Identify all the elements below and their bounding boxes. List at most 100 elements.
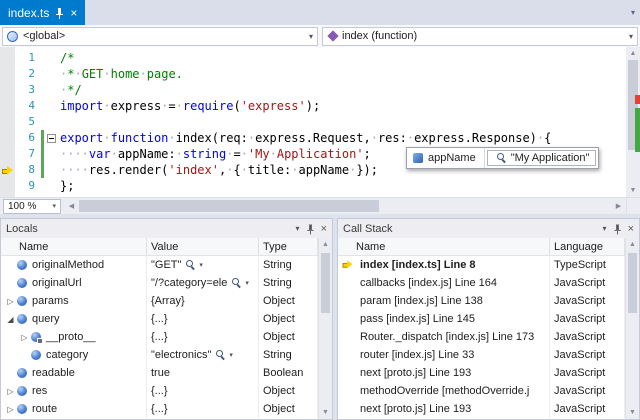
breakpoint-margin[interactable] [0,130,15,146]
pin-panel-icon[interactable] [613,223,621,234]
scroll-right-icon[interactable]: ▶ [611,202,626,210]
tree-expander-icon[interactable]: ▷ [5,405,16,414]
locals-row[interactable]: ◢query{...}Object [1,310,318,328]
breakpoint-margin[interactable] [0,50,15,66]
breakpoint-margin[interactable] [0,82,15,98]
scroll-down-icon[interactable]: ▼ [626,184,640,197]
hscrollbar-track[interactable] [79,198,611,214]
scrollbar-marker-red [635,95,640,104]
fold-collapse-icon[interactable] [47,134,56,143]
locals-row[interactable]: ▷res{...}Object [1,382,318,400]
code-line[interactable]: 2·*·GET·home·page. [0,66,640,82]
column-header-value[interactable]: Value [147,238,259,255]
window-position-icon[interactable]: ▾ [603,224,607,233]
locals-row[interactable]: originalUrl"/?category=ele▾String [1,274,318,292]
fold-margin[interactable] [45,130,58,146]
tree-expander-icon[interactable]: ▷ [5,297,16,306]
chevron-down-icon: ▾ [309,32,313,41]
stack-frame-row[interactable]: next [proto.js] Line 193JavaScript [338,400,625,418]
code-line[interactable]: 5 [0,114,640,130]
stack-frame-row[interactable]: index [index.ts] Line 8TypeScript [338,256,625,274]
call-stack-column-headers: Name Language [338,238,625,256]
chevron-down-icon[interactable]: ▾ [229,351,233,359]
scroll-down-icon[interactable]: ▼ [626,406,639,419]
scroll-down-icon[interactable]: ▼ [319,406,332,419]
code-line[interactable]: 9}; [0,178,640,194]
scroll-up-icon[interactable]: ▲ [626,47,640,60]
magnifier-icon[interactable] [232,278,242,288]
column-header-name[interactable]: Name [1,238,147,255]
tab-index-ts[interactable]: index.ts × [0,0,85,25]
fold-margin[interactable] [45,146,58,162]
variable-type: Object [263,385,295,397]
tree-expander-icon[interactable]: ▷ [19,333,30,342]
breakpoint-margin[interactable] [0,114,15,130]
chevron-down-icon[interactable]: ▾ [199,261,203,269]
column-header-name[interactable]: Name [338,238,550,255]
code-line[interactable]: 4import·express·=·require('express'); [0,98,640,114]
stack-frame-row[interactable]: param [index.js] Line 138JavaScript [338,292,625,310]
magnifier-icon[interactable] [497,153,507,163]
call-stack-title-bar[interactable]: Call Stack ▾ × [338,219,639,238]
scope-dropdown[interactable]: <global> ▾ [2,27,318,46]
zoom-control[interactable]: 100 % ▾ [3,199,61,214]
fold-margin[interactable] [45,178,58,194]
locals-vertical-scrollbar[interactable]: ▲ ▼ [318,238,332,419]
stack-frame-row[interactable]: next [proto.js] Line 193JavaScript [338,364,625,382]
fold-margin[interactable] [45,162,58,178]
datatip-value-box[interactable]: "My Application" [487,150,597,166]
breakpoint-margin[interactable] [0,178,15,194]
datatip[interactable]: appName "My Application" [406,147,599,169]
tree-expander-icon[interactable]: ▷ [5,387,16,396]
locals-row[interactable]: ▷params{Array}Object [1,292,318,310]
fold-margin[interactable] [45,66,58,82]
locals-row[interactable]: readabletrueBoolean [1,364,318,382]
locals-title-bar[interactable]: Locals ▾ × [1,219,332,238]
stack-frame-row[interactable]: router [index.js] Line 33JavaScript [338,346,625,364]
pin-tab-icon[interactable] [55,7,64,19]
breakpoint-margin[interactable] [0,146,15,162]
breakpoint-margin[interactable] [0,66,15,82]
window-position-icon[interactable]: ▾ [296,224,300,233]
member-dropdown[interactable]: index (function) ▾ [322,27,638,46]
call-stack-vertical-scrollbar[interactable]: ▲ ▼ [625,238,639,419]
locals-row[interactable]: ▷__proto__{...}Object [1,328,318,346]
column-header-type[interactable]: Type [259,238,318,255]
close-panel-icon[interactable]: × [321,223,327,235]
locals-row[interactable]: category"electronics"▾String [1,346,318,364]
fold-margin[interactable] [45,50,58,66]
scroll-up-icon[interactable]: ▲ [319,238,332,251]
stack-frame-row[interactable]: Router._dispatch [index.js] Line 173Java… [338,328,625,346]
breakpoint-margin[interactable] [0,98,15,114]
breakpoint-margin[interactable] [0,162,15,178]
locals-row[interactable]: ▷route{...}Object [1,400,318,418]
magnifier-icon[interactable] [186,260,196,270]
column-header-language[interactable]: Language [550,238,625,255]
scroll-left-icon[interactable]: ◀ [64,202,79,210]
scrollbar-thumb[interactable] [321,253,330,313]
close-tab-icon[interactable]: × [70,7,77,19]
code-editor[interactable]: 1/*2·*·GET·home·page.3·*/4import·express… [0,47,640,197]
hscrollbar-thumb[interactable] [79,200,379,212]
frame-name: next [proto.js] Line 193 [360,367,471,379]
active-files-dropdown-icon[interactable]: ▾ [631,8,635,17]
code-line[interactable]: 6export·function·index(req:·express.Requ… [0,130,640,146]
locals-row[interactable]: originalMethod"GET"▾String [1,256,318,274]
fold-margin[interactable] [45,82,58,98]
editor-vertical-scrollbar[interactable]: ▲ ▼ [626,47,640,197]
stack-frame-row[interactable]: pass [index.js] Line 145JavaScript [338,310,625,328]
stack-frame-row[interactable]: callbacks [index.js] Line 164JavaScript [338,274,625,292]
tree-expander-icon[interactable]: ◢ [5,315,16,324]
pin-panel-icon[interactable] [306,223,314,234]
chevron-down-icon[interactable]: ▾ [245,279,249,287]
fold-margin[interactable] [45,114,58,130]
scroll-up-icon[interactable]: ▲ [626,238,639,251]
code-line[interactable]: 1/* [0,50,640,66]
code-line[interactable]: 3·*/ [0,82,640,98]
stack-frame-row[interactable]: methodOverride [methodOverride.jJavaScri… [338,382,625,400]
scrollbar-track[interactable] [626,60,640,184]
magnifier-icon[interactable] [216,350,226,360]
scrollbar-thumb[interactable] [628,253,637,313]
fold-margin[interactable] [45,98,58,114]
close-panel-icon[interactable]: × [628,223,634,235]
